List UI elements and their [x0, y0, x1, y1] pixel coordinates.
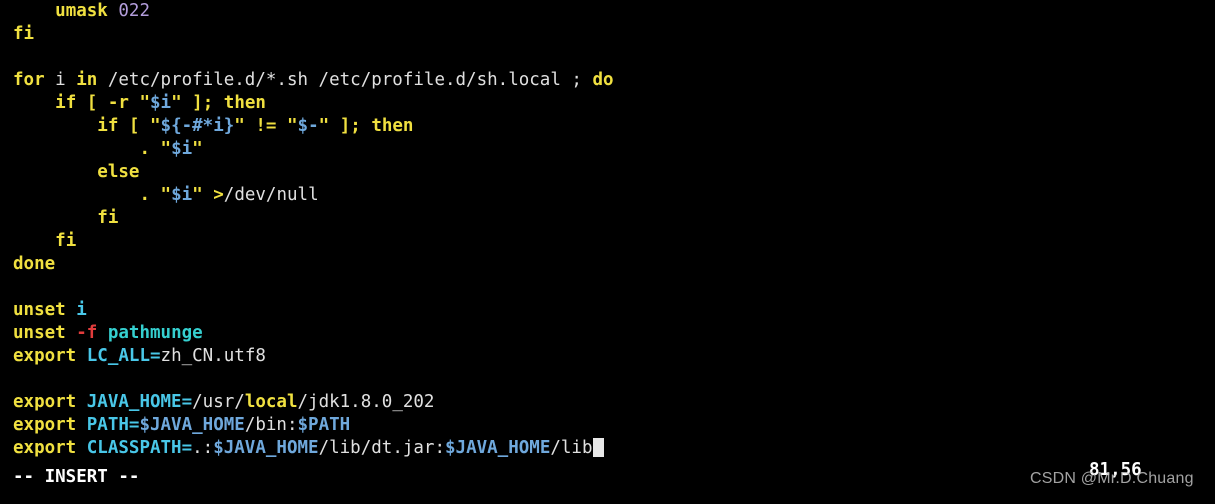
code-line: unset -f pathmunge: [0, 322, 1215, 345]
csdn-watermark: CSDN @Mr.D.Chuang: [1030, 470, 1194, 487]
token-quote-open: ": [149, 139, 172, 159]
code-line: . "$i": [0, 138, 1215, 161]
code-line: umask 022: [0, 0, 1215, 23]
token-if: if: [55, 93, 77, 113]
token-path-bin: /bin:: [244, 415, 298, 435]
code-line: fi: [0, 23, 1215, 46]
token-bracket: [: [76, 93, 108, 113]
code-line: fi: [0, 207, 1215, 230]
vim-text-buffer[interactable]: umask 022 fi for i in /etc/profile.d/*.s…: [0, 0, 1215, 460]
token-unset: unset: [13, 300, 66, 320]
token-var-i: $i: [150, 93, 172, 113]
terminal-window[interactable]: umask 022 fi for i in /etc/profile.d/*.s…: [0, 0, 1215, 504]
token-quote-open: ": [287, 116, 298, 136]
token-quote-open: ": [149, 116, 161, 136]
token-loopvar: i: [44, 70, 77, 90]
token-else: else: [97, 162, 140, 182]
token-flag-r: -r: [107, 93, 129, 113]
token-devnull: /dev/null: [223, 185, 319, 205]
vim-mode-indicator: -- INSERT --: [13, 467, 140, 487]
token-export: export: [13, 415, 77, 435]
token-function-pathmunge: pathmunge: [107, 323, 203, 343]
token-path-lib-dtjar: /lib/dt.jar:: [318, 438, 445, 458]
token-quote-close: ": [318, 116, 330, 136]
token-var-javahome: JAVA_HOME=: [86, 392, 193, 412]
token-quote-close: ": [234, 116, 245, 136]
code-line: export LC_ALL=zh_CN.utf8: [0, 345, 1215, 368]
token-semicolon: ;: [571, 70, 582, 90]
code-line: . "$i" >/dev/null: [0, 184, 1215, 207]
token-var-i: $i: [171, 139, 193, 159]
token-path-usr: /usr/: [192, 392, 245, 412]
token-source-dot: .: [139, 185, 150, 205]
token-quote-close: ": [192, 185, 203, 205]
token-var-i: $i: [171, 185, 193, 205]
token-var-javahome-ref: $JAVA_HOME: [213, 438, 319, 458]
token-source-dot: .: [139, 139, 150, 159]
text-cursor: [592, 438, 604, 457]
token-umask: umask: [55, 1, 108, 21]
token-fi: fi: [97, 208, 119, 228]
token-then: then: [371, 116, 414, 136]
code-line: fi: [0, 230, 1215, 253]
token-dot-colon: .:: [192, 438, 214, 458]
token-quote-close: ": [171, 93, 182, 113]
code-line: for i in /etc/profile.d/*.sh /etc/profil…: [0, 69, 1215, 92]
token-quote-open: ": [149, 185, 172, 205]
token-var-dash: $-: [297, 116, 319, 136]
code-line: unset i: [0, 299, 1215, 322]
token-for: for: [13, 70, 45, 90]
token-bracket: [: [118, 116, 150, 136]
code-line: if [ "${-#*i}" != "$-" ]; then: [0, 115, 1215, 138]
token-var-path-ref: $PATH: [297, 415, 351, 435]
token-param-expansion: ${-#*i}: [160, 116, 235, 136]
token-locale-value: zh_CN.utf8: [160, 346, 266, 366]
token-var-classpath: CLASSPATH=: [86, 438, 193, 458]
token-quote-close: ": [192, 139, 203, 159]
token-in: in: [76, 70, 98, 90]
token-bracket-close: ];: [181, 93, 214, 113]
token-path-local: local: [244, 392, 298, 412]
token-number: 022: [118, 1, 150, 21]
code-line: done: [0, 253, 1215, 276]
token-var-lcall: LC_ALL=: [86, 346, 161, 366]
token-export: export: [13, 346, 77, 366]
token-paths: /etc/profile.d/*.sh /etc/profile.d/sh.lo…: [97, 70, 572, 90]
token-flag-f: -f: [76, 323, 98, 343]
token-if: if: [97, 116, 119, 136]
token-fi: fi: [13, 24, 35, 44]
code-line: export PATH=$JAVA_HOME/bin:$PATH: [0, 414, 1215, 437]
token-export: export: [13, 392, 77, 412]
token-unset: unset: [13, 323, 66, 343]
token-var-javahome-ref: $JAVA_HOME: [445, 438, 551, 458]
token-path-jdk: /jdk1.8.0_202: [297, 392, 435, 412]
token-not-equal: !=: [244, 116, 287, 136]
code-line: if [ -r "$i" ]; then: [0, 92, 1215, 115]
token-quote-open: ": [139, 93, 151, 113]
token-bracket-close: ];: [329, 116, 361, 136]
token-export: export: [13, 438, 77, 458]
token-var-path: PATH=: [86, 415, 140, 435]
token-then: then: [223, 93, 266, 113]
token-do: do: [592, 70, 614, 90]
token-redirect: >: [213, 185, 224, 205]
code-line: else: [0, 161, 1215, 184]
token-path-lib: /lib: [550, 438, 593, 458]
token-var-i: i: [76, 300, 87, 320]
token-var-javahome-ref: $JAVA_HOME: [139, 415, 245, 435]
token-fi: fi: [55, 231, 77, 251]
code-line: export CLASSPATH=.:$JAVA_HOME/lib/dt.jar…: [0, 437, 1215, 460]
code-line: export JAVA_HOME=/usr/local/jdk1.8.0_202: [0, 391, 1215, 414]
token-done: done: [13, 254, 56, 274]
